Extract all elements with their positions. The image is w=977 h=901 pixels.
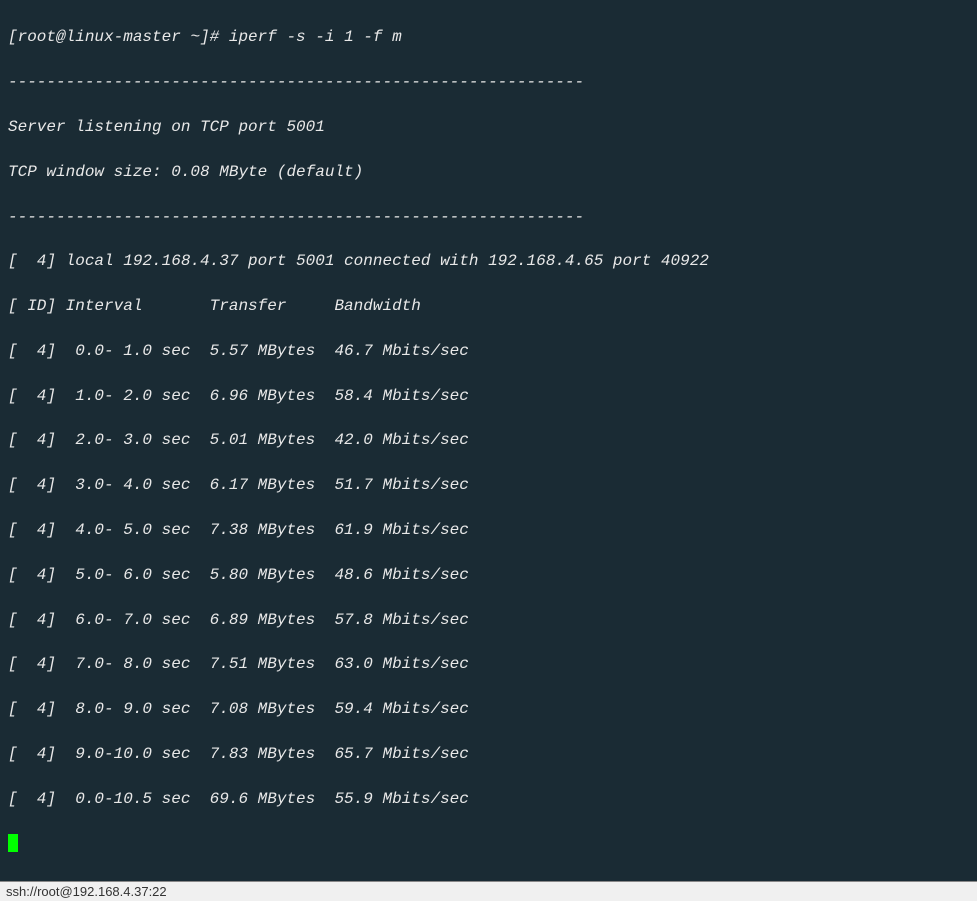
data-row: [ 4] 9.0-10.0 sec 7.83 MBytes 65.7 Mbits… — [8, 743, 969, 765]
terminal-output[interactable]: [root@linux-master ~]# iperf -s -i 1 -f … — [0, 0, 977, 881]
window-size-line: TCP window size: 0.08 MByte (default) — [8, 161, 969, 183]
data-row: [ 4] 2.0- 3.0 sec 5.01 MBytes 42.0 Mbits… — [8, 429, 969, 451]
prompt-line: [root@linux-master ~]# iperf -s -i 1 -f … — [8, 26, 969, 48]
separator-line: ----------------------------------------… — [8, 71, 969, 93]
separator-line: ----------------------------------------… — [8, 206, 969, 228]
data-row: [ 4] 7.0- 8.0 sec 7.51 MBytes 63.0 Mbits… — [8, 653, 969, 675]
terminal-cursor — [8, 834, 18, 852]
table-header-line: [ ID] Interval Transfer Bandwidth — [8, 295, 969, 317]
connection-line: [ 4] local 192.168.4.37 port 5001 connec… — [8, 250, 969, 272]
data-row: [ 4] 3.0- 4.0 sec 6.17 MBytes 51.7 Mbits… — [8, 474, 969, 496]
data-row: [ 4] 8.0- 9.0 sec 7.08 MBytes 59.4 Mbits… — [8, 698, 969, 720]
data-row: [ 4] 4.0- 5.0 sec 7.38 MBytes 61.9 Mbits… — [8, 519, 969, 541]
command-text: iperf -s -i 1 -f m — [229, 28, 402, 46]
ssh-connection-label: ssh://root@192.168.4.37:22 — [6, 884, 167, 899]
shell-prompt: [root@linux-master ~]# — [8, 28, 229, 46]
status-bar: ssh://root@192.168.4.37:22 — [0, 881, 977, 901]
data-row: [ 4] 6.0- 7.0 sec 6.89 MBytes 57.8 Mbits… — [8, 609, 969, 631]
data-row: [ 4] 5.0- 6.0 sec 5.80 MBytes 48.6 Mbits… — [8, 564, 969, 586]
server-listening-line: Server listening on TCP port 5001 — [8, 116, 969, 138]
data-row: [ 4] 0.0-10.5 sec 69.6 MBytes 55.9 Mbits… — [8, 788, 969, 810]
data-row: [ 4] 1.0- 2.0 sec 6.96 MBytes 58.4 Mbits… — [8, 385, 969, 407]
cursor-line — [8, 832, 969, 854]
data-row: [ 4] 0.0- 1.0 sec 5.57 MBytes 46.7 Mbits… — [8, 340, 969, 362]
